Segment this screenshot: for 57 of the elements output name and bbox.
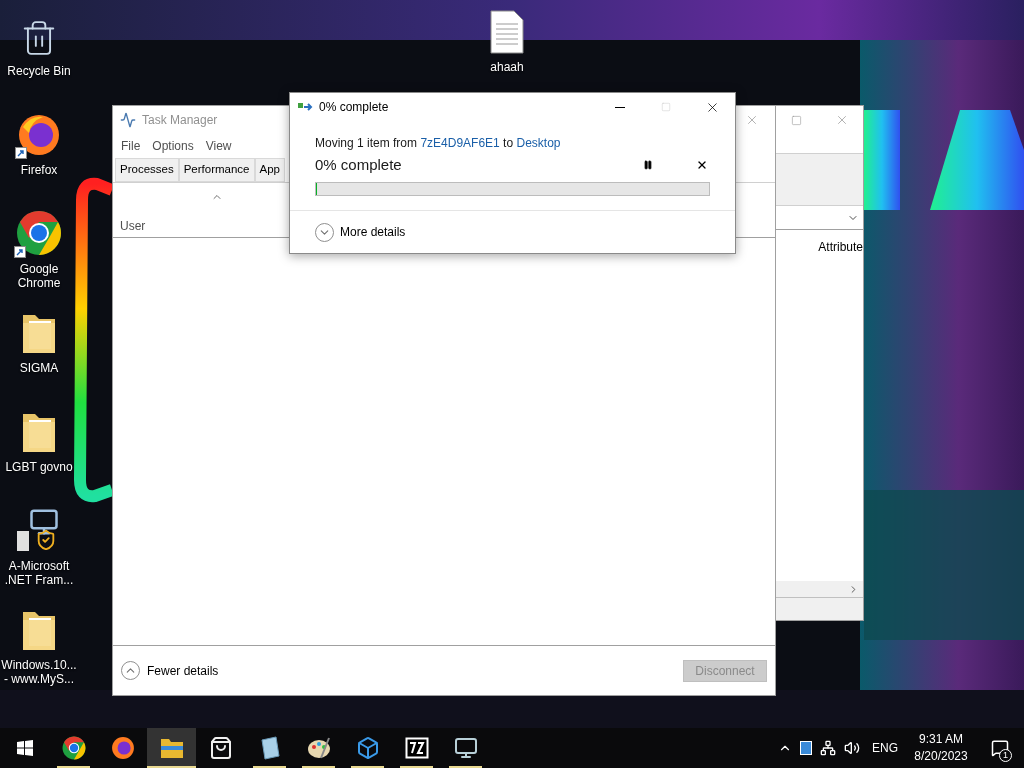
close-icon [745, 113, 759, 127]
tab[interactable]: Performance [178, 158, 255, 182]
windows-logo-icon [16, 740, 33, 756]
desktop-icon-label[interactable]: Windows.10... - www.MyS... [0, 658, 78, 686]
tablet-icon[interactable] [800, 741, 812, 755]
dialog-title: 0% complete [319, 99, 389, 116]
maximize-icon [661, 102, 671, 112]
browser-icon [61, 736, 86, 760]
more-details-button[interactable]: More details [315, 222, 406, 242]
folder-icon [159, 737, 184, 759]
horizontal-scrollbar[interactable] [776, 581, 863, 598]
menu-item[interactable]: File [115, 137, 147, 155]
network-icon[interactable] [820, 740, 836, 756]
source-link[interactable]: 7zE4D9AF6E1 [420, 136, 500, 150]
move-message: Moving 1 item from 7zE4D9AF6E1 to Desktop [315, 135, 562, 152]
taskbar-app[interactable] [147, 728, 196, 768]
desktop-icon-label[interactable]: SIGMA [19, 361, 59, 375]
clock-date: 8/20/2023 [914, 748, 968, 765]
fox-globe-icon [110, 736, 135, 760]
clock-time: 9:31 AM [919, 731, 963, 748]
browser-icon [16, 210, 62, 256]
monitor-icon [453, 736, 478, 760]
desktop-icon-label[interactable]: Google Chrome [0, 262, 78, 290]
fox-globe-icon [17, 113, 61, 157]
desktop-icon-label[interactable]: ahaah [490, 60, 524, 74]
cube-icon [355, 736, 380, 760]
window-title: Task Manager [142, 112, 218, 129]
volume-icon[interactable] [844, 740, 860, 756]
shopping-bag-icon [208, 736, 233, 760]
notification-count: 1 [999, 749, 1012, 762]
minimize-icon [615, 106, 625, 108]
desktop-icon-label[interactable]: A-Microsoft .NET Fram... [0, 559, 78, 587]
close-icon [696, 159, 708, 171]
tab[interactable]: Processes [115, 158, 179, 182]
pause-icon [643, 160, 653, 170]
document-icon [490, 10, 524, 54]
progress-status: 0% complete [315, 154, 402, 175]
task-manager-icon [120, 112, 136, 128]
tab[interactable]: App [254, 158, 285, 182]
notepad-icon [258, 736, 281, 760]
notification-icon[interactable] [991, 739, 1009, 757]
language-indicator[interactable]: ENG [872, 739, 898, 757]
installer-icon [17, 507, 61, 553]
menu-item[interactable]: Options [146, 137, 200, 155]
close-icon [835, 113, 849, 127]
archive-icon [404, 737, 429, 759]
menu-item[interactable]: View [199, 137, 238, 155]
move-arrow-icon [298, 102, 314, 112]
desktop-icon-label[interactable]: LGBT govno [5, 460, 73, 474]
clock[interactable]: 9:31 AM 8/20/2023 [910, 731, 972, 765]
column-header[interactable]: Attribute [818, 238, 863, 256]
desktop-icon-label[interactable]: Firefox [20, 163, 58, 177]
desktop-icon-label[interactable]: Recycle Bin [7, 64, 71, 78]
destination-link[interactable]: Desktop [516, 136, 561, 150]
palette-icon [306, 736, 331, 760]
fewer-details-button[interactable]: Fewer details [121, 661, 219, 680]
maximize-icon [790, 114, 802, 126]
